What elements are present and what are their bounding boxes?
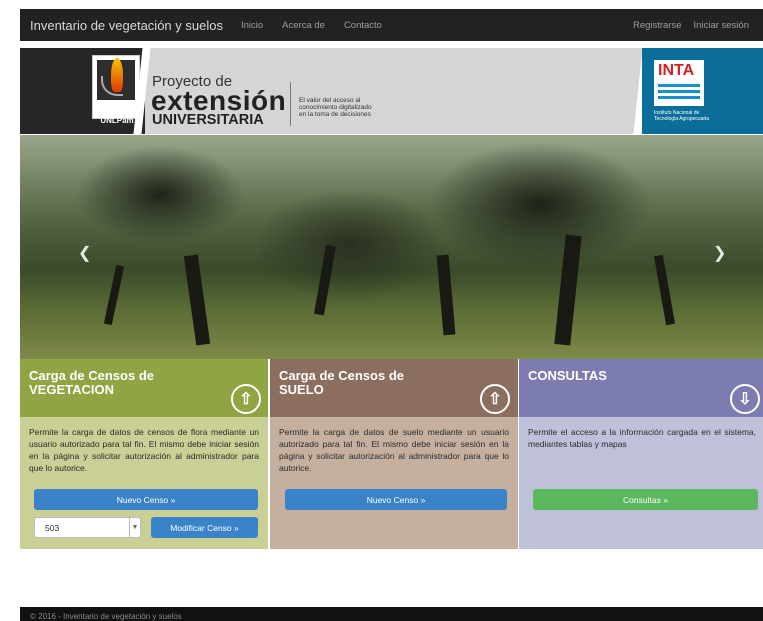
inta-logo-icon: INTA xyxy=(654,60,704,106)
panel-suelo-title: Carga de Censos de SUELO xyxy=(279,368,404,397)
project-tagline: El valor del acceso al conocimiento digi… xyxy=(299,97,372,118)
arrow-up-icon[interactable]: ⇧ xyxy=(480,384,510,414)
panel-vegetacion-text: Permite la carga de datos de censos de f… xyxy=(29,427,259,473)
footer: © 2016 - Inventario de vegetación y suel… xyxy=(20,607,763,621)
panel-consultas: CONSULTAS ⇩ Permite el acceso a la infor… xyxy=(519,359,763,549)
inta-label: INTA xyxy=(658,62,695,79)
footer-copyright: © 2016 - Inventario de vegetación y suel… xyxy=(30,612,182,621)
nav-link-contacto[interactable]: Contacto xyxy=(344,20,382,31)
consultas-button[interactable]: Consultas » xyxy=(533,489,758,510)
nuevo-censo-suelo-button[interactable]: Nuevo Censo » xyxy=(285,489,507,510)
image-carousel[interactable]: ❮ ❯ xyxy=(20,135,763,359)
panel-vegetacion-title: Carga de Censos de VEGETACION xyxy=(29,368,154,397)
nav-link-registrarse[interactable]: Registrarse xyxy=(633,20,682,31)
arrow-up-icon[interactable]: ⇧ xyxy=(231,384,261,414)
nav-link-iniciar-sesion[interactable]: Iniciar sesión xyxy=(694,20,749,31)
chevron-down-icon[interactable]: ▼ xyxy=(129,518,140,537)
censo-select[interactable]: 503 ▼ xyxy=(34,517,141,538)
panel-consultas-title: CONSULTAS xyxy=(528,368,607,383)
unlpam-emblem-icon xyxy=(92,55,140,119)
inta-subtitle: Instituto Nacional de Tecnología Agropec… xyxy=(654,110,710,122)
chevron-right-icon[interactable]: ❯ xyxy=(713,243,726,263)
nav-link-inicio[interactable]: Inicio xyxy=(241,20,263,31)
chevron-left-icon[interactable]: ❮ xyxy=(78,243,91,263)
header-banner: UNLPam Proyecto de extensión UNIVERSITAR… xyxy=(20,48,763,134)
panel-consultas-text: Permite el acceso a la información carga… xyxy=(528,427,756,449)
panel-suelo: Carga de Censos de SUELO ⇧ Permite la ca… xyxy=(270,359,518,549)
panel-vegetacion: Carga de Censos de VEGETACION ⇧ Permite … xyxy=(20,359,268,549)
brand-link[interactable]: Inventario de vegetación y suelos xyxy=(30,18,223,33)
censo-select-value: 503 xyxy=(45,522,60,533)
nav-right: Registrarse Iniciar sesión xyxy=(633,20,763,31)
panel-suelo-text: Permite la carga de datos de suelo media… xyxy=(279,427,509,473)
nuevo-censo-vegetacion-button[interactable]: Nuevo Censo » xyxy=(34,489,258,510)
project-line3: UNIVERSITARIA xyxy=(152,112,264,128)
nav-link-acerca[interactable]: Acerca de xyxy=(282,20,325,31)
modificar-censo-button[interactable]: Modificar Censo » xyxy=(151,517,258,538)
arrow-down-icon[interactable]: ⇩ xyxy=(730,384,760,414)
navbar: Inventario de vegetación y suelos Inicio… xyxy=(20,9,763,41)
